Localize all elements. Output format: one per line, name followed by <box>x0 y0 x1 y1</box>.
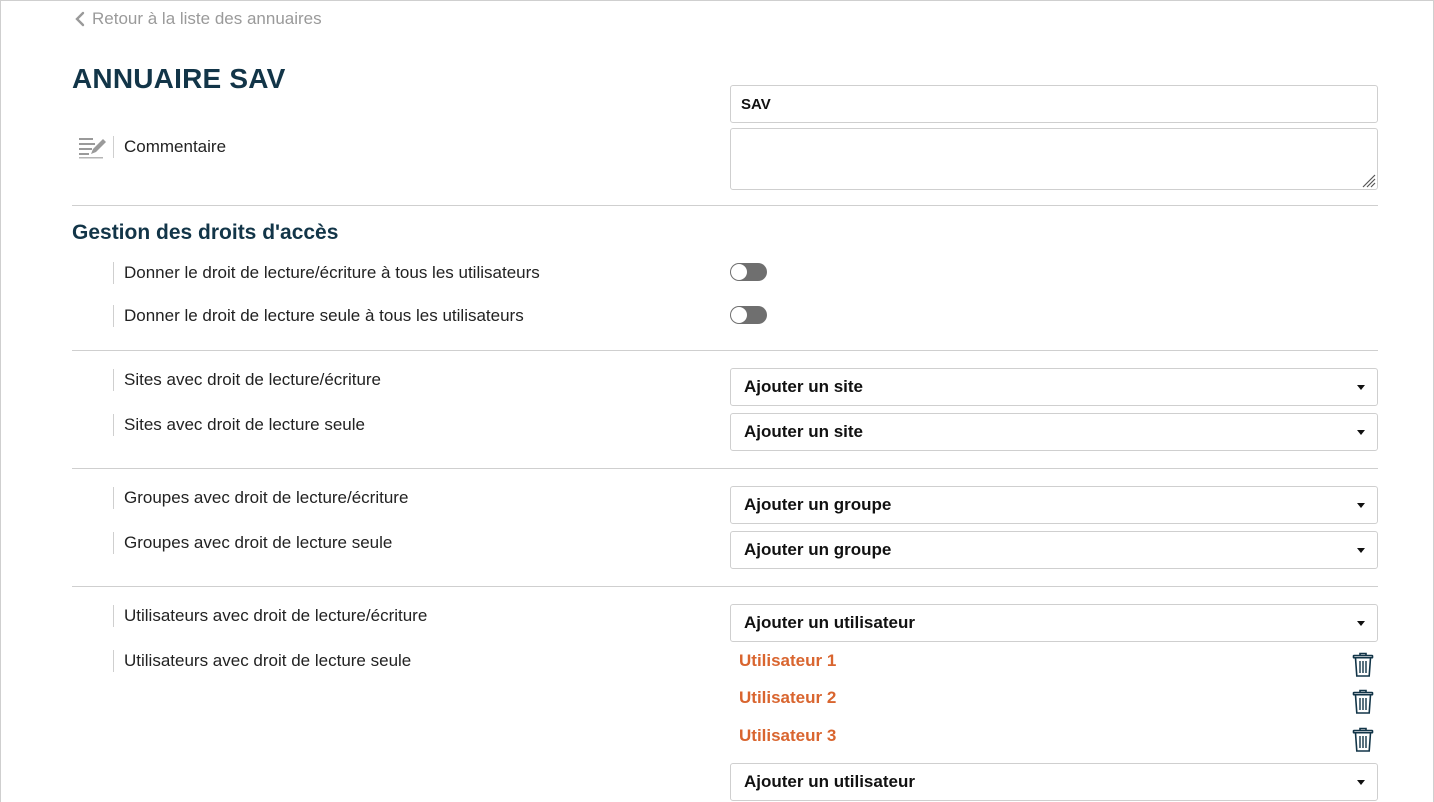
page-title: ANNUAIRE SAV <box>72 63 286 94</box>
edit-note-icon <box>79 138 106 159</box>
caret-down-icon <box>1357 385 1365 390</box>
caret-down-icon <box>1357 548 1365 553</box>
groups-rw-select[interactable]: Ajouter un groupe <box>730 486 1378 524</box>
label-separator <box>113 305 114 327</box>
sites-rw-select[interactable]: Ajouter un site <box>730 368 1378 406</box>
caret-down-icon <box>1357 503 1365 508</box>
user-item[interactable]: Utilisateur 2 <box>739 688 836 708</box>
label-separator <box>113 136 114 158</box>
groups-ro-select[interactable]: Ajouter un groupe <box>730 531 1378 569</box>
users-ro-label: Utilisateurs avec droit de lecture seule <box>124 651 412 670</box>
groups-ro-label: Groupes avec droit de lecture seule <box>124 533 393 552</box>
caret-down-icon <box>1357 780 1365 785</box>
select-value: Ajouter un site <box>744 377 864 396</box>
user-item[interactable]: Utilisateur 3 <box>739 726 836 746</box>
users-rw-select[interactable]: Ajouter un utilisateur <box>730 604 1378 642</box>
trash-icon[interactable] <box>1352 652 1374 678</box>
toggle-rw-all-label: Donner le droit de lecture/écriture à to… <box>124 263 540 282</box>
select-value: Ajouter un site <box>744 422 864 441</box>
directory-name-input[interactable] <box>730 85 1378 123</box>
comment-textarea[interactable] <box>730 128 1378 190</box>
resize-grip-icon[interactable] <box>1360 172 1376 188</box>
toggle-knob <box>731 307 747 323</box>
chevron-left-icon <box>75 11 85 27</box>
label-separator <box>113 650 114 672</box>
toggle-rw-all-switch[interactable] <box>730 263 767 281</box>
select-value: Ajouter un utilisateur <box>744 613 915 632</box>
divider <box>72 468 1378 469</box>
groups-rw-label: Groupes avec droit de lecture/écriture <box>124 488 409 507</box>
select-value: Ajouter un utilisateur <box>744 772 915 791</box>
divider <box>72 205 1378 206</box>
divider <box>72 350 1378 351</box>
comment-label: Commentaire <box>124 137 227 156</box>
divider <box>72 586 1378 587</box>
trash-icon[interactable] <box>1352 689 1374 715</box>
trash-icon[interactable] <box>1352 727 1374 753</box>
select-value: Ajouter un groupe <box>744 540 892 559</box>
caret-down-icon <box>1357 621 1365 626</box>
sites-ro-label: Sites avec droit de lecture seule <box>124 415 365 434</box>
access-section-title: Gestion des droits d'accès <box>72 221 339 244</box>
select-value: Ajouter un groupe <box>744 495 892 514</box>
back-link[interactable]: Retour à la liste des annuaires <box>72 9 322 29</box>
label-separator <box>113 487 114 509</box>
label-separator <box>113 605 114 627</box>
back-link-label: Retour à la liste des annuaires <box>92 9 322 28</box>
sites-rw-label: Sites avec droit de lecture/écriture <box>124 370 382 389</box>
users-rw-label: Utilisateurs avec droit de lecture/écrit… <box>124 606 428 625</box>
users-ro-select[interactable]: Ajouter un utilisateur <box>730 763 1378 801</box>
label-separator <box>113 532 114 554</box>
label-separator <box>113 414 114 436</box>
toggle-ro-all-switch[interactable] <box>730 306 767 324</box>
user-item[interactable]: Utilisateur 1 <box>739 651 836 671</box>
toggle-knob <box>731 264 747 280</box>
label-separator <box>113 262 114 284</box>
sites-ro-select[interactable]: Ajouter un site <box>730 413 1378 451</box>
label-separator <box>113 369 114 391</box>
caret-down-icon <box>1357 430 1365 435</box>
toggle-ro-all-label: Donner le droit de lecture seule à tous … <box>124 306 524 325</box>
